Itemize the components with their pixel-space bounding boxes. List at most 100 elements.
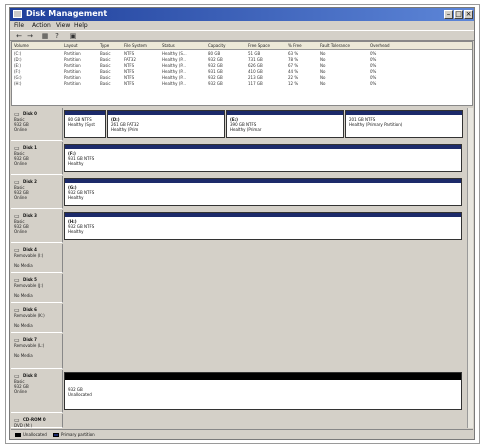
col-fault-tolerance[interactable]: Fault Tolerance [320,43,350,48]
col-filesystem[interactable]: File System [124,43,147,48]
partition-info: Unallocated [68,392,92,397]
table-cell: (F:) [14,69,21,74]
table-cell: Partition [64,81,81,86]
partition-strip [227,111,343,115]
disk-view-scrollbar[interactable] [467,108,473,428]
disk-info: Online [14,161,27,166]
menu-view[interactable]: View [56,22,70,29]
disk-label[interactable]: ▭ Disk 7 Removable (L:) No Media [11,334,63,369]
col-volume[interactable]: Volume [14,43,29,48]
col-capacity[interactable]: Capacity [208,43,225,48]
table-cell: 63 % [288,51,299,56]
disk-info: Online [14,195,27,200]
table-cell: Basic [100,51,111,56]
disk-row[interactable]: ▭ Disk 8 Basic 932 GB Online 932 GB Unallocate… [11,370,473,413]
disk-row[interactable]: ▭ Disk 1 Basic 932 GB Online (F:) 931 GB NTFS H… [11,142,473,175]
partition-block[interactable]: (E:) 390 GB NTFS Healthy (Primar [226,110,344,138]
disk-row[interactable]: ▭ Disk 0 Basic 932 GB Online 80 GB NTFS Health… [11,108,473,141]
table-row[interactable]: (E:) Partition Basic NTFS Healthy (P... 932 G… [12,63,472,68]
disk-row[interactable]: ▭ Disk 2 Basic 932 GB Online (G:) 932 GB NTFS H… [11,176,473,209]
table-cell: No [320,57,326,62]
table-row[interactable]: (C:) Partition Basic NTFS Healthy (S... 80 GB… [12,51,472,56]
disk-row[interactable]: ▭ Disk 3 Basic 932 GB Online (H:) 932 GB NTFS H… [11,210,473,243]
unallocated-strip [65,373,461,380]
close-button[interactable]: × [464,10,473,19]
disk-label[interactable]: ▭ Disk 2 Basic 932 GB Online [11,176,63,209]
disk-label[interactable]: ▭ Disk 0 Basic 932 GB Online [11,108,63,141]
disk-info: No Media [14,353,33,358]
disk-graphical-view[interactable]: ▭ Disk 0 Basic 932 GB Online 80 GB NTFS Health… [11,108,473,428]
disk-label[interactable]: ▭ CD-ROM 0 DVD (M:) [11,414,63,428]
list-view-icon[interactable]: ▦ [40,32,50,40]
disk-name: Disk 6 [23,307,37,312]
partition-info: Healthy [68,161,84,166]
col-status[interactable]: Status [162,43,175,48]
table-row[interactable]: (G:) Partition Basic NTFS Healthy (P... 932 G… [12,75,472,80]
disk-label[interactable]: ▭ Disk 1 Basic 932 GB Online [11,142,63,175]
col-type[interactable]: Type [100,43,109,48]
partition-info: Healthy (Syst [68,122,95,127]
maximize-button[interactable]: □ [454,10,463,19]
partition-block[interactable]: 201 GB NTFS Healthy (Primary Partition) [345,110,463,138]
disk-info: No Media [14,263,33,268]
table-cell: 932 GB [208,81,223,86]
table-cell: NTFS [124,81,135,86]
table-row[interactable]: (F:) Partition Basic NTFS Healthy (P... 931 G… [12,69,472,74]
table-cell: No [320,75,326,80]
menu-file[interactable]: File [14,22,24,29]
table-cell: 0% [370,81,377,86]
col-layout[interactable]: Layout [64,43,78,48]
forward-button[interactable]: → [25,32,35,40]
table-cell: No [320,51,326,56]
menu-action[interactable]: Action [32,22,51,29]
minimize-button[interactable]: – [444,10,453,19]
table-row[interactable]: (D:) Partition Basic FAT32 Healthy (P... 932 … [12,57,472,62]
disk-row[interactable]: ▭ Disk 5 Removable (J:) No Media [11,274,473,303]
title-bar[interactable]: Disk Management – □ × [10,8,474,21]
col-free-space[interactable]: Free Space [248,43,270,48]
legend-primary-partition: Primary partition [61,432,95,437]
disk-row[interactable]: ▭ Disk 7 Removable (L:) No Media [11,334,473,369]
table-cell: 731 GB [248,57,263,62]
col-overhead[interactable]: Overhead [370,43,390,48]
table-cell: 117 GB [248,81,263,86]
table-cell: 932 GB [208,75,223,80]
partition-block[interactable]: (D:) 261 GB FAT32 Healthy (Prim [107,110,225,138]
disk-label[interactable]: ▭ Disk 4 Removable (I:) No Media [11,244,63,273]
table-cell: 410 GB [248,69,263,74]
partition-block[interactable]: 932 GB Unallocated [64,372,462,410]
table-cell: 932 GB [208,57,223,62]
disk-row[interactable]: ▭ Disk 4 Removable (I:) No Media [11,244,473,273]
partition-info: Healthy (Primar [230,127,262,132]
disk-row[interactable]: ▭ CD-ROM 0 DVD (M:) [11,414,473,428]
help-icon[interactable]: ? [52,32,62,40]
disk-label[interactable]: ▭ Disk 5 Removable (J:) No Media [11,274,63,303]
disk-name: Disk 8 [23,373,37,378]
table-row[interactable]: (H:) Partition Basic NTFS Healthy (P... 932 G… [12,81,472,86]
partition-block[interactable]: (H:) 932 GB NTFS Healthy [64,212,462,240]
menu-help[interactable]: Help [74,22,88,29]
table-cell: Healthy (P... [162,63,186,68]
disk-info: Removable (J:) [14,283,44,288]
disk-row[interactable]: ▭ Disk 6 Removable (K:) No Media [11,304,473,333]
col-percent-free[interactable]: % Free [288,43,302,48]
toolbar: ← → ▦ ? ▣ [10,30,474,41]
partition-info: Healthy (Primary Partition) [349,122,403,127]
partition-block[interactable]: (G:) 932 GB NTFS Healthy [64,178,462,206]
properties-icon[interactable]: ▣ [68,32,78,40]
disk-info: No Media [14,323,33,328]
disk-label[interactable]: ▭ Disk 3 Basic 932 GB Online [11,210,63,243]
partition-strip [65,179,461,183]
volume-list-header: Volume Layout Type File System Status Ca… [12,42,472,50]
back-button[interactable]: ← [14,32,24,40]
table-cell: 626 GB [248,63,263,68]
partition-strip [346,111,462,115]
table-cell: Healthy (P... [162,57,186,62]
unallocated-swatch [15,433,21,437]
disk-name: CD-ROM 0 [23,417,46,422]
partition-block[interactable]: 80 GB NTFS Healthy (Syst [64,110,106,138]
partition-block[interactable]: (F:) 931 GB NTFS Healthy [64,144,462,172]
volume-list[interactable]: Volume Layout Type File System Status Ca… [11,41,473,106]
disk-label[interactable]: ▭ Disk 6 Removable (K:) No Media [11,304,63,333]
disk-label[interactable]: ▭ Disk 8 Basic 932 GB Online [11,370,63,413]
